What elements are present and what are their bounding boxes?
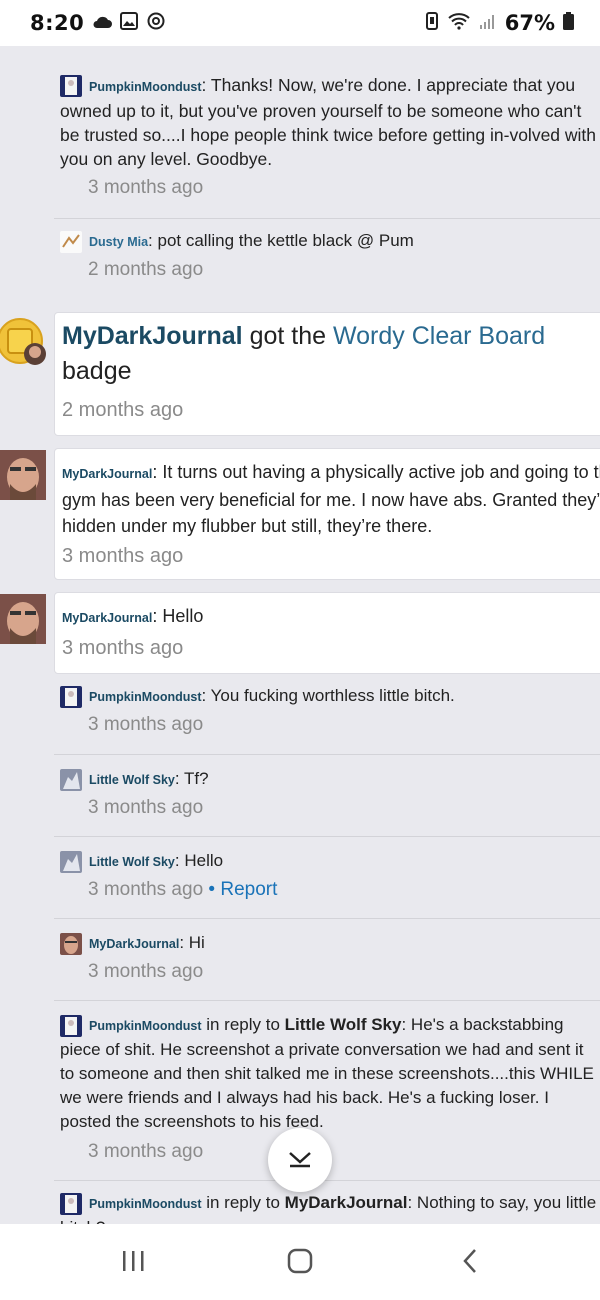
badge-avatar[interactable] xyxy=(0,317,46,367)
reply-item: PumpkinMoondust: Thanks! Now, we're done… xyxy=(54,46,600,218)
reply-item: PumpkinMoondust: You fucking worthless l… xyxy=(54,674,600,754)
mydarkjournal-avatar[interactable] xyxy=(0,594,46,644)
badge-suffix: badge xyxy=(62,357,132,385)
post-time: 3 months ago xyxy=(62,637,184,659)
activity-feed[interactable]: PumpkinMoondust: Thanks! Now, we're done… xyxy=(0,46,600,1224)
badge-text: got the xyxy=(242,322,333,350)
reply-text: : pot calling the kettle black @ Pum xyxy=(148,231,414,250)
reply-author[interactable]: PumpkinMoondust xyxy=(89,80,202,94)
scroll-down-chevron-icon xyxy=(287,1148,313,1173)
reply-time: 3 months ago xyxy=(88,1141,204,1162)
mydarkjournal-avatar[interactable] xyxy=(0,450,46,500)
status-time: 8:20 xyxy=(30,11,85,35)
reply-target[interactable]: Little Wolf Sky xyxy=(285,1015,402,1034)
reply-time: 3 months ago xyxy=(88,797,204,818)
reply-time: 3 months ago xyxy=(88,177,204,198)
reply-author[interactable]: PumpkinMoondust xyxy=(89,1019,202,1033)
reply-item: PumpkinMoondust in reply to MyDarkJourna… xyxy=(54,1180,600,1224)
reply-time: 3 months ago xyxy=(88,961,204,982)
home-icon xyxy=(286,1247,314,1280)
reply-item: Dusty Mia: pot calling the kettle black … xyxy=(54,218,600,301)
signal-icon xyxy=(479,12,497,34)
report-link[interactable]: Report xyxy=(220,879,277,900)
post-card: MyDarkJournal: Hello 3 months ago xyxy=(54,592,600,674)
reply-text: : You fucking worthless little bitch. xyxy=(201,686,455,705)
recents-icon xyxy=(120,1249,146,1278)
wifi-icon xyxy=(447,12,471,34)
reply-item: MyDarkJournal: Hi 3 months ago xyxy=(54,918,600,1001)
home-button[interactable] xyxy=(280,1246,320,1280)
back-icon xyxy=(460,1247,480,1280)
post-author[interactable]: MyDarkJournal xyxy=(62,611,152,625)
badge-time: 2 months ago xyxy=(62,399,184,421)
little-wolf-sky-avatar[interactable] xyxy=(60,769,82,791)
reply-label: in reply to xyxy=(201,1015,285,1034)
mydarkjournal-avatar-small[interactable] xyxy=(60,933,82,955)
post-card: MyDarkJournal: It turns out having a phy… xyxy=(54,448,600,580)
post-text: : Hello xyxy=(152,606,204,626)
little-wolf-sky-avatar[interactable] xyxy=(60,851,82,873)
battery-percent: 67% xyxy=(504,11,555,35)
badge-link[interactable]: Wordy Clear Board xyxy=(333,322,545,350)
reply-target[interactable]: MyDarkJournal xyxy=(285,1193,408,1212)
reply-item: Little Wolf Sky: Tf? 3 months ago xyxy=(54,754,600,837)
reply-meta: 3 months ago • Report xyxy=(88,879,277,901)
gallery-icon xyxy=(120,12,139,34)
reply-time: 3 months ago xyxy=(88,879,204,900)
reply-time: 2 months ago xyxy=(88,259,204,280)
reply-label: in reply to xyxy=(201,1193,285,1212)
pumpkinmoondust-avatar[interactable] xyxy=(60,686,82,708)
back-button[interactable] xyxy=(450,1246,490,1280)
reply-text: : Hi xyxy=(179,933,205,952)
recents-button[interactable] xyxy=(113,1246,153,1280)
system-navigation-bar xyxy=(0,1224,600,1300)
reply-time: 3 months ago xyxy=(88,714,204,735)
reply-author[interactable]: Dusty Mia xyxy=(89,235,148,249)
reply-author[interactable]: Little Wolf Sky xyxy=(89,855,175,869)
vibrate-icon xyxy=(425,11,439,35)
battery-icon xyxy=(563,12,574,34)
pumpkinmoondust-avatar[interactable] xyxy=(60,75,82,97)
separator: • xyxy=(203,879,221,900)
pumpkinmoondust-avatar[interactable] xyxy=(60,1015,82,1037)
reply-author[interactable]: MyDarkJournal xyxy=(89,937,179,951)
badge-author[interactable]: MyDarkJournal xyxy=(62,322,243,350)
dusty-mia-avatar[interactable] xyxy=(60,231,82,253)
reply-item: Little Wolf Sky: Hello 3 months ago • Re… xyxy=(54,836,600,919)
post-author[interactable]: MyDarkJournal xyxy=(62,467,152,481)
reply-author[interactable]: PumpkinMoondust xyxy=(89,690,202,704)
badge-card: MyDarkJournal got the Wordy Clear Board … xyxy=(54,312,600,436)
scroll-down-button[interactable] xyxy=(268,1128,332,1192)
reply-author[interactable]: Little Wolf Sky xyxy=(89,773,175,787)
reply-text: : Hello xyxy=(174,851,224,870)
status-bar: 8:20 67% xyxy=(0,0,600,46)
pumpkinmoondust-avatar[interactable] xyxy=(60,1193,82,1215)
reply-text: : Tf? xyxy=(174,769,209,788)
sync-icon xyxy=(146,11,166,35)
reply-author[interactable]: PumpkinMoondust xyxy=(89,1197,202,1211)
cloud-icon xyxy=(92,14,113,33)
post-time: 3 months ago xyxy=(62,545,184,567)
